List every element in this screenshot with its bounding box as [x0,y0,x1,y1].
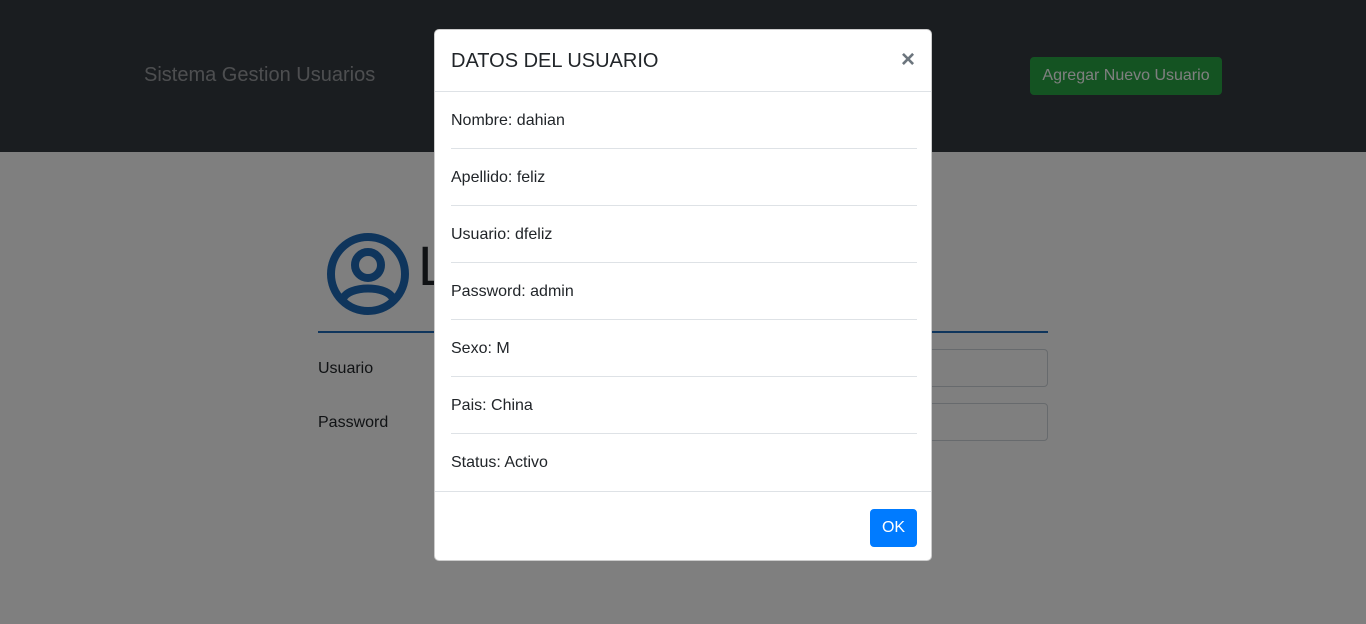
field-status: Status: Activo [451,454,548,471]
field-sexo: Sexo: M [451,320,917,377]
modal-header: DATOS DEL USUARIO × [435,30,931,92]
modal-footer: OK [435,491,931,561]
field-usuario: Usuario: dfeliz [451,206,917,263]
field-pais: Pais: China [451,377,917,434]
close-icon[interactable]: × [895,46,921,74]
field-password: Password: admin [451,263,917,320]
modal-title: DATOS DEL USUARIO [451,50,659,72]
field-apellido: Apellido: feliz [451,149,917,206]
modal-body: Nombre: dahian Apellido: feliz Usuario: … [451,92,917,491]
user-details-modal: DATOS DEL USUARIO × Nombre: dahian Apell… [434,29,932,561]
page: Sistema Gestion Usuarios Agregar Nuevo U… [0,0,1366,624]
field-nombre: Nombre: dahian [451,92,917,149]
ok-button[interactable]: OK [870,509,917,547]
